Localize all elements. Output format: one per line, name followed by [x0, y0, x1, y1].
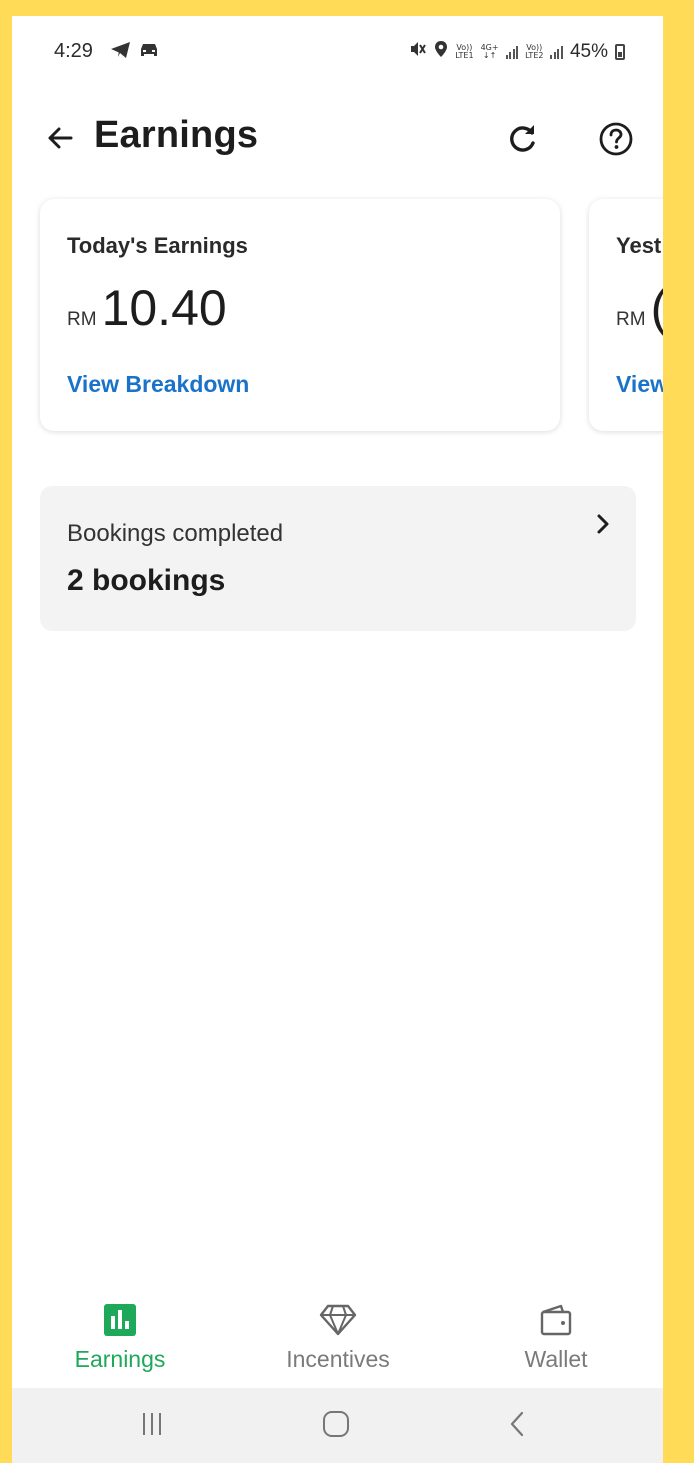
- nav-label: Wallet: [524, 1346, 588, 1372]
- refresh-button[interactable]: [499, 118, 545, 164]
- diamond-icon: [319, 1303, 357, 1342]
- home-icon: [321, 1409, 351, 1444]
- signal-icon: [505, 45, 519, 59]
- system-back-button[interactable]: [496, 1406, 540, 1446]
- status-time: 4:29: [54, 40, 93, 62]
- yesterday-earnings-card[interactable]: Yest RM ( View: [589, 199, 663, 431]
- car-icon: [138, 40, 160, 65]
- back-arrow-icon: [45, 123, 75, 158]
- chevron-right-icon: [590, 512, 614, 536]
- back-icon: [506, 1409, 530, 1444]
- help-button[interactable]: [593, 118, 639, 164]
- page-title: Earnings: [94, 114, 259, 156]
- mute-icon: [409, 40, 427, 64]
- amount-value: 10.40: [101, 280, 227, 336]
- battery-icon: [615, 44, 625, 60]
- status-bar: 4:29 Vo)) LTE1 4G+ ↓↑ Vo)) LTE2 45%: [12, 38, 663, 68]
- amount-value: (: [651, 279, 663, 337]
- card-label: Yest: [616, 233, 662, 258]
- sim1-indicator: Vo)) LTE1: [455, 43, 474, 60]
- nav-label: Incentives: [286, 1346, 390, 1372]
- telegram-icon: [110, 40, 132, 65]
- earnings-amount: RM 10.40: [67, 279, 227, 337]
- earnings-amount: RM (: [616, 279, 663, 337]
- refresh-icon: [504, 121, 540, 162]
- location-icon: [434, 40, 448, 64]
- battery-percent: 45%: [569, 41, 608, 62]
- status-left-icons: [110, 40, 160, 65]
- network-type-indicator: 4G+ ↓↑: [480, 43, 499, 60]
- card-label: Today's Earnings: [67, 233, 248, 258]
- status-right-icons: Vo)) LTE1 4G+ ↓↑ Vo)) LTE2 45%: [409, 40, 625, 64]
- nav-item-wallet[interactable]: Wallet: [466, 1294, 646, 1386]
- signal-icon: [550, 45, 563, 59]
- nav-item-earnings[interactable]: Earnings: [30, 1294, 210, 1386]
- bookings-label: Bookings completed: [67, 520, 284, 547]
- bottom-nav: Earnings Incentives Wallet: [12, 1294, 663, 1386]
- bookings-completed-row[interactable]: Bookings completed 2 bookings: [40, 486, 636, 631]
- view-breakdown-link[interactable]: View Breakdown: [67, 371, 249, 398]
- currency-label: RM: [67, 309, 97, 330]
- app-header: Earnings: [12, 108, 663, 178]
- nav-item-incentives[interactable]: Incentives: [248, 1294, 428, 1386]
- recent-apps-icon: [137, 1410, 167, 1443]
- sim2-indicator: Vo)) LTE2: [525, 43, 544, 60]
- currency-label: RM: [616, 309, 646, 330]
- home-button[interactable]: [314, 1406, 358, 1446]
- recent-apps-button[interactable]: [130, 1406, 174, 1446]
- view-breakdown-link[interactable]: View: [616, 371, 663, 398]
- bar-chart-icon: [103, 1303, 137, 1342]
- bookings-count: 2 bookings: [67, 564, 226, 597]
- system-nav-bar: [12, 1388, 663, 1463]
- phone-screen: 4:29 Vo)) LTE1 4G+ ↓↑ Vo)) LTE2 45% Earn…: [12, 16, 663, 1463]
- wallet-icon: [539, 1303, 573, 1342]
- back-button[interactable]: [38, 118, 82, 162]
- today-earnings-card: Today's Earnings RM 10.40 View Breakdown: [40, 199, 560, 431]
- nav-label: Earnings: [74, 1346, 166, 1372]
- help-icon: [598, 121, 634, 162]
